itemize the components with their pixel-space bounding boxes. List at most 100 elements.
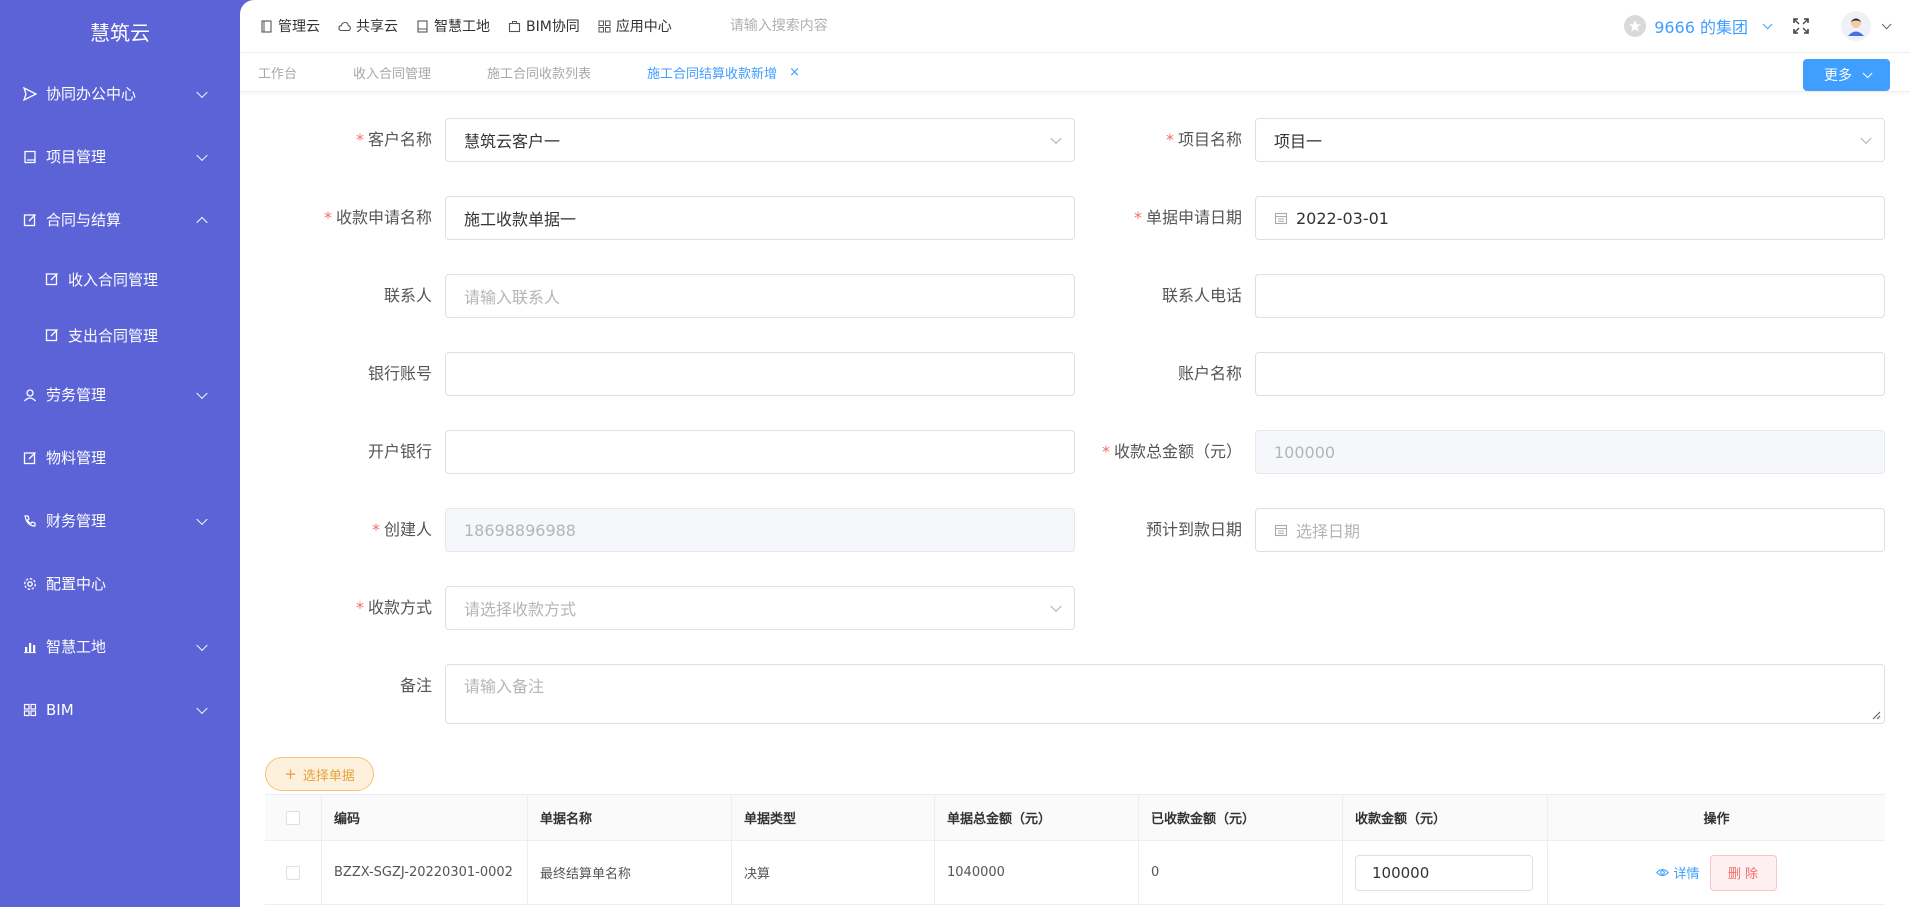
search-input[interactable] <box>729 18 970 34</box>
contact-placeholder: 请输入联系人 <box>464 288 561 307</box>
chevron-down-icon <box>1050 132 1062 145</box>
tab-settlement-add[interactable]: 施工合同结算收款新增 × <box>647 63 800 82</box>
bar-chart-icon <box>22 639 38 655</box>
sidebar-item-project[interactable]: 项目管理 <box>0 125 240 188</box>
sidebar-item-bim[interactable]: BIM <box>0 678 240 741</box>
chevron-down-icon <box>196 387 208 399</box>
bank-field: 开户银行 <box>368 430 1075 474</box>
col-amount: 收款金额（元） <box>1343 795 1548 840</box>
sidebar-item-label: 收入合同管理 <box>68 270 159 289</box>
total-amount-field: * 收款总金额（元） 100000 <box>1102 430 1885 474</box>
chevron-down-icon <box>196 513 208 525</box>
expected-date-placeholder: 选择日期 <box>1296 522 1361 541</box>
col-type: 单据类型 <box>732 795 935 840</box>
user-icon <box>22 387 38 403</box>
method-placeholder: 请选择收款方式 <box>464 600 577 619</box>
contact-phone-input[interactable] <box>1255 274 1885 318</box>
sidebar: 慧筑云 协同办公中心 项目管理 合同与结算 收入合同管理 支出合同管理 劳务管理… <box>0 0 240 907</box>
bank-account-field: 银行账号 <box>368 352 1075 396</box>
cell-code: BZZX-SGZJ-20220301-0002 <box>322 841 528 904</box>
documents-table: 编码 单据名称 单据类型 单据总金额（元） 已收款金额（元） 收款金额（元） 操… <box>265 794 1885 905</box>
sidebar-item-finance[interactable]: 财务管理 <box>0 489 240 552</box>
tab-collection-list[interactable]: 施工合同收款列表 <box>487 63 591 82</box>
sidebar-item-smart-site[interactable]: 智慧工地 <box>0 615 240 678</box>
chevron-up-icon <box>196 216 208 228</box>
contact-input[interactable]: 请输入联系人 <box>445 274 1075 318</box>
remark-textarea[interactable]: 请输入备注 <box>445 664 1885 724</box>
detail-link[interactable]: 详情 <box>1656 863 1700 882</box>
edit-icon <box>44 327 60 343</box>
plus-icon: + <box>284 765 297 783</box>
project-field: * 项目名称 项目一 <box>1166 118 1885 162</box>
edit-icon <box>44 271 60 287</box>
creator-field: * 创建人 18698896988 <box>372 508 1075 552</box>
delete-button[interactable]: 删 除 <box>1709 854 1777 891</box>
sidebar-item-label: BIM <box>46 700 74 719</box>
gear-icon <box>22 576 38 592</box>
creator-label: 创建人 <box>383 520 432 539</box>
topnav-label: BIM协同 <box>526 19 580 35</box>
customer-select[interactable]: 慧筑云客户一 <box>445 118 1075 162</box>
col-actions: 操作 <box>1703 812 1730 827</box>
apply-name-input[interactable]: 施工收款单据一 <box>445 196 1075 240</box>
org-switcher[interactable]: 9666 的集团 <box>1624 14 1773 38</box>
select-documents-button[interactable]: + 选择单据 <box>265 757 374 791</box>
select-documents-label: 选择单据 <box>302 768 355 784</box>
apply-date-picker[interactable]: 2022-03-01 <box>1255 196 1885 240</box>
topnav-bim[interactable]: BIM协同 <box>508 16 580 36</box>
row-checkbox[interactable] <box>286 865 300 880</box>
top-nav: 管理云 共享云 智慧工地 BIM协同 应用中心 <box>260 16 672 36</box>
sidebar-item-label: 合同与结算 <box>46 211 122 229</box>
sidebar-item-label: 配置中心 <box>46 575 107 593</box>
bank-label: 开户银行 <box>367 442 432 461</box>
sidebar-item-label: 物料管理 <box>46 449 107 467</box>
avatar[interactable] <box>1841 11 1871 41</box>
sidebar-item-material[interactable]: 物料管理 <box>0 426 240 489</box>
expected-date-picker[interactable]: 选择日期 <box>1255 508 1885 552</box>
contact-phone-field: 联系人电话 <box>1162 274 1885 318</box>
sidebar-item-contract[interactable]: 合同与结算 <box>0 188 240 251</box>
edit-icon <box>22 212 38 228</box>
edit-icon <box>22 450 38 466</box>
project-select[interactable]: 项目一 <box>1255 118 1885 162</box>
more-button[interactable]: 更多 <box>1803 59 1890 91</box>
sidebar-item-label: 协同办公中心 <box>46 85 137 103</box>
select-all-checkbox[interactable] <box>286 810 300 825</box>
method-select[interactable]: 请选择收款方式 <box>445 586 1075 630</box>
tab-bar: 工作台 收入合同管理 施工合同收款列表 施工合同结算收款新增 × 更多 <box>240 52 1910 92</box>
detail-label: 详情 <box>1673 867 1700 882</box>
customer-label: 客户名称 <box>367 130 432 149</box>
fullscreen-icon[interactable] <box>1791 16 1811 36</box>
account-name-input[interactable] <box>1255 352 1885 396</box>
amount-input[interactable]: 100000 <box>1355 854 1533 891</box>
chevron-down-icon <box>1762 18 1773 29</box>
top-bar: 管理云 共享云 智慧工地 BIM协同 应用中心 请输入搜索内容 9666 的集团 <box>240 0 1910 52</box>
topnav-smart-site[interactable]: 智慧工地 <box>416 16 490 36</box>
close-icon[interactable]: × <box>789 65 800 80</box>
bank-account-input[interactable] <box>445 352 1075 396</box>
chevron-down-icon <box>1860 132 1872 145</box>
customer-value: 慧筑云客户一 <box>464 132 561 151</box>
resize-handle-icon[interactable] <box>1871 710 1881 720</box>
tab-workbench[interactable]: 工作台 <box>258 63 297 82</box>
total-amount-value: 100000 <box>1274 442 1336 462</box>
send-icon <box>22 86 38 102</box>
topnav-share-cloud[interactable]: 共享云 <box>338 16 398 36</box>
total-amount-input: 100000 <box>1255 430 1885 474</box>
sidebar-item-config[interactable]: 配置中心 <box>0 552 240 615</box>
topnav-app-center[interactable]: 应用中心 <box>598 16 672 36</box>
contact-label: 联系人 <box>383 286 432 305</box>
bank-input[interactable] <box>445 430 1075 474</box>
sidebar-item-income-contract[interactable]: 收入合同管理 <box>0 251 240 307</box>
apply-date-field: * 单据申请日期 2022-03-01 <box>1134 196 1885 240</box>
sidebar-item-labor[interactable]: 劳务管理 <box>0 363 240 426</box>
tab-income-contract[interactable]: 收入合同管理 <box>353 63 431 82</box>
col-total: 单据总金额（元） <box>935 795 1139 840</box>
topnav-label: 共享云 <box>356 19 398 35</box>
cell-total: 1040000 <box>935 841 1139 904</box>
top-right: 9666 的集团 <box>1624 11 1910 41</box>
sidebar-item-collab[interactable]: 协同办公中心 <box>0 62 240 125</box>
chevron-down-icon[interactable] <box>1881 18 1892 29</box>
topnav-manage-cloud[interactable]: 管理云 <box>260 16 320 36</box>
sidebar-item-expense-contract[interactable]: 支出合同管理 <box>0 307 240 363</box>
